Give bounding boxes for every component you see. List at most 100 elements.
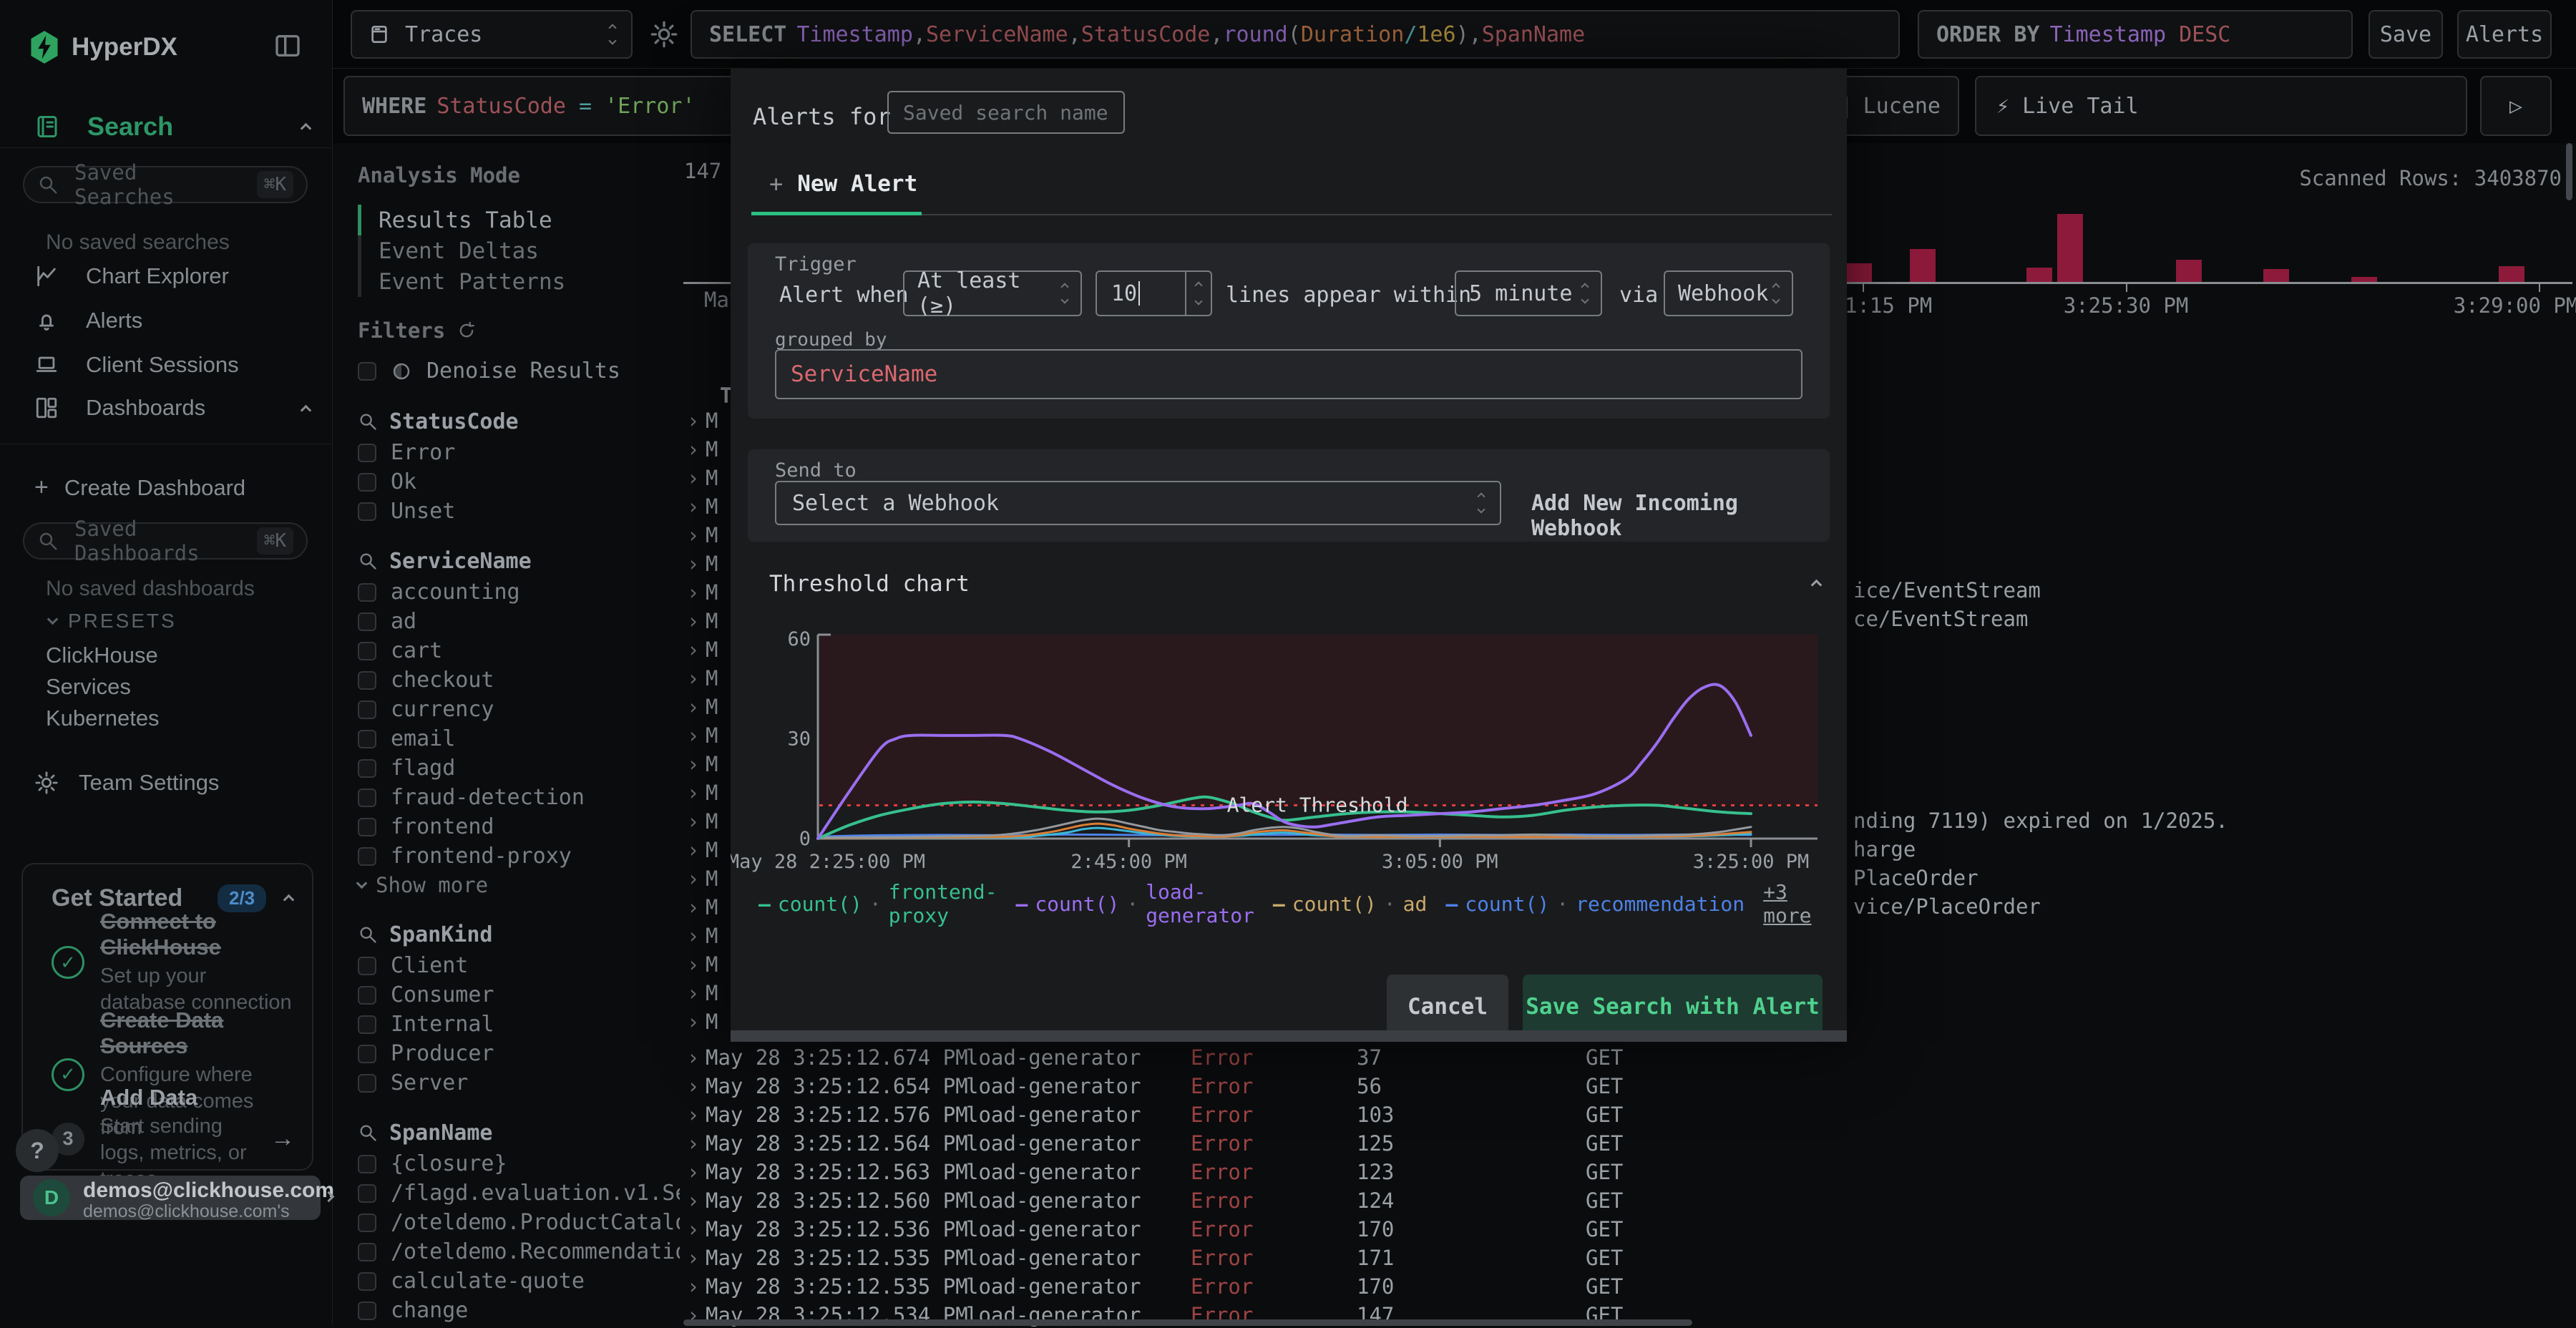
saved-search-name-field[interactable] xyxy=(887,91,1125,134)
checkbox[interactable] xyxy=(358,758,376,778)
expand-row-icon[interactable]: › xyxy=(687,1045,699,1070)
show-more-toggle[interactable]: Show more xyxy=(356,871,673,899)
table-row[interactable]: › May 28 3:25:12.535 PM load-generator E… xyxy=(680,1271,2576,1299)
checkbox[interactable] xyxy=(358,502,376,521)
webhook-select[interactable]: Select a Webhook xyxy=(775,481,1501,525)
table-row[interactable]: › M xyxy=(680,434,737,462)
filter-value-row[interactable]: Ok xyxy=(358,467,673,497)
table-row[interactable]: › M xyxy=(680,748,737,777)
legend-item[interactable]: — count() · ad xyxy=(1273,880,1427,927)
table-row[interactable]: › May 28 3:25:12.674 PM load-generator E… xyxy=(680,1042,2576,1070)
table-row[interactable]: › M xyxy=(680,519,737,548)
filter-value-row[interactable]: checkout xyxy=(358,665,673,695)
table-row[interactable]: › M xyxy=(680,920,737,949)
table-row[interactable]: › M xyxy=(680,977,737,1006)
sidebar-item-chart-explorer[interactable]: Chart Explorer xyxy=(34,263,229,289)
table-row[interactable]: › M xyxy=(680,720,737,748)
checkbox[interactable] xyxy=(358,817,376,836)
presets-toggle[interactable]: PRESETS xyxy=(47,610,177,633)
sidebar-item-alerts[interactable]: Alerts xyxy=(34,308,142,333)
create-dashboard-button[interactable]: + Create Dashboard xyxy=(34,474,245,502)
checkbox[interactable] xyxy=(358,1213,376,1232)
checkbox[interactable] xyxy=(358,582,376,602)
grouped-by-input[interactable] xyxy=(776,351,1801,398)
denoise-checkbox-row[interactable]: Denoise Results xyxy=(358,356,673,386)
preset-services[interactable]: Services xyxy=(46,674,131,700)
checkbox[interactable] xyxy=(358,612,376,631)
search-icon[interactable] xyxy=(358,924,378,944)
table-row[interactable]: › May 28 3:25:12.536 PM load-generator E… xyxy=(680,1214,2576,1242)
analysis-mode-tab[interactable]: Results Table xyxy=(358,205,673,235)
table-row[interactable]: › M xyxy=(680,663,737,691)
filter-value-row[interactable]: flagd xyxy=(358,753,673,783)
filter-value-row[interactable]: cart xyxy=(358,636,673,665)
threshold-value-stepper[interactable]: 10 xyxy=(1096,270,1212,316)
comparator-select[interactable]: At least (≥) xyxy=(903,268,1082,318)
checkbox[interactable] xyxy=(358,443,376,462)
cancel-button[interactable]: Cancel xyxy=(1387,975,1508,1039)
table-row[interactable]: › M xyxy=(680,806,737,834)
table-row[interactable]: › M xyxy=(680,577,737,605)
expand-row-icon[interactable]: › xyxy=(687,1160,699,1184)
checkbox[interactable] xyxy=(358,846,376,866)
alerts-button[interactable]: Alerts xyxy=(2457,10,2552,59)
checkbox[interactable] xyxy=(358,641,376,660)
filter-value-row[interactable]: frontend-proxy xyxy=(358,841,673,871)
user-menu[interactable]: D demos@clickhouse.com demos@clickhouse.… xyxy=(20,1176,335,1221)
table-row[interactable]: › May 28 3:25:12.654 PM load-generator E… xyxy=(680,1070,2576,1099)
filter-value-row[interactable]: Client xyxy=(358,951,673,980)
analysis-mode-tab[interactable]: Event Deltas xyxy=(358,235,673,266)
sidebar-item-team-settings[interactable]: Team Settings xyxy=(34,770,219,796)
filter-value-row[interactable]: currency xyxy=(358,695,673,724)
legend-item[interactable]: — count() · load-generator xyxy=(1015,880,1254,927)
collapse-sidebar-icon[interactable] xyxy=(273,31,302,60)
table-row[interactable]: › M xyxy=(680,605,737,634)
get-started-item[interactable]: ✓ Connect to ClickHouse Set up your databa… xyxy=(52,909,295,1016)
chevron-up-icon[interactable] xyxy=(300,404,312,416)
source-select[interactable]: Traces xyxy=(351,10,633,59)
refresh-icon[interactable] xyxy=(457,321,477,341)
preset-kubernetes[interactable]: Kubernetes xyxy=(46,706,160,731)
time-window-select[interactable]: 5 minute xyxy=(1455,270,1602,316)
filter-value-row[interactable]: Unset xyxy=(358,497,673,526)
checkbox[interactable] xyxy=(358,1154,376,1173)
expand-row-icon[interactable]: › xyxy=(687,1103,699,1127)
table-row[interactable]: › M xyxy=(680,892,737,920)
filter-value-row[interactable]: ad xyxy=(358,607,673,636)
help-button[interactable]: ? xyxy=(16,1129,59,1172)
analysis-mode-tab[interactable]: Event Patterns xyxy=(358,266,673,297)
saved-search-name-input[interactable] xyxy=(889,92,1123,132)
threshold-value[interactable]: 10 xyxy=(1097,281,1137,306)
search-icon[interactable] xyxy=(358,411,378,431)
table-row[interactable]: › May 28 3:25:12.576 PM load-generator E… xyxy=(680,1099,2576,1128)
order-by-input[interactable]: ORDER BY Timestamp DESC xyxy=(1918,10,2353,59)
checkbox[interactable] xyxy=(358,1271,376,1291)
filter-value-row[interactable]: change xyxy=(358,1296,673,1325)
filter-value-row[interactable]: accounting xyxy=(358,577,673,607)
table-row[interactable]: › M xyxy=(680,777,737,806)
table-row[interactable]: › May 28 3:25:12.563 PM load-generator E… xyxy=(680,1156,2576,1185)
saved-searches-input[interactable]: Saved Searches ⌘K xyxy=(23,160,308,209)
save-button[interactable]: Save xyxy=(2368,10,2443,59)
table-row[interactable]: › M xyxy=(680,491,737,519)
filter-value-row[interactable]: Consumer xyxy=(358,980,673,1010)
run-query-button[interactable]: ▷ xyxy=(2480,76,2552,136)
filter-value-row[interactable]: frontend xyxy=(358,812,673,841)
preset-clickhouse[interactable]: ClickHouse xyxy=(46,643,158,668)
save-search-with-alert-button[interactable]: Save Search with Alert xyxy=(1523,975,1823,1039)
checkbox[interactable] xyxy=(358,1015,376,1034)
checkbox[interactable] xyxy=(358,788,376,807)
filter-value-row[interactable]: /oteldemo.Recommendatio… xyxy=(358,1237,701,1266)
legend-item[interactable]: — count() · frontend-proxy xyxy=(758,880,997,927)
checkbox[interactable] xyxy=(358,1242,376,1261)
checkbox[interactable] xyxy=(358,700,376,719)
chevron-up-icon[interactable] xyxy=(300,122,312,135)
checkbox[interactable] xyxy=(358,1183,376,1203)
filter-value-row[interactable]: Error xyxy=(358,438,673,467)
table-row[interactable]: › May 28 3:25:12.535 PM load-generator E… xyxy=(680,1242,2576,1271)
table-row[interactable]: › M xyxy=(680,1006,737,1035)
filter-value-row[interactable]: /oteldemo.ProductCatalo… xyxy=(358,1208,701,1237)
table-row[interactable]: › M xyxy=(680,405,737,434)
checkbox[interactable] xyxy=(358,361,376,381)
modal-scrollbar[interactable] xyxy=(731,1030,1847,1042)
